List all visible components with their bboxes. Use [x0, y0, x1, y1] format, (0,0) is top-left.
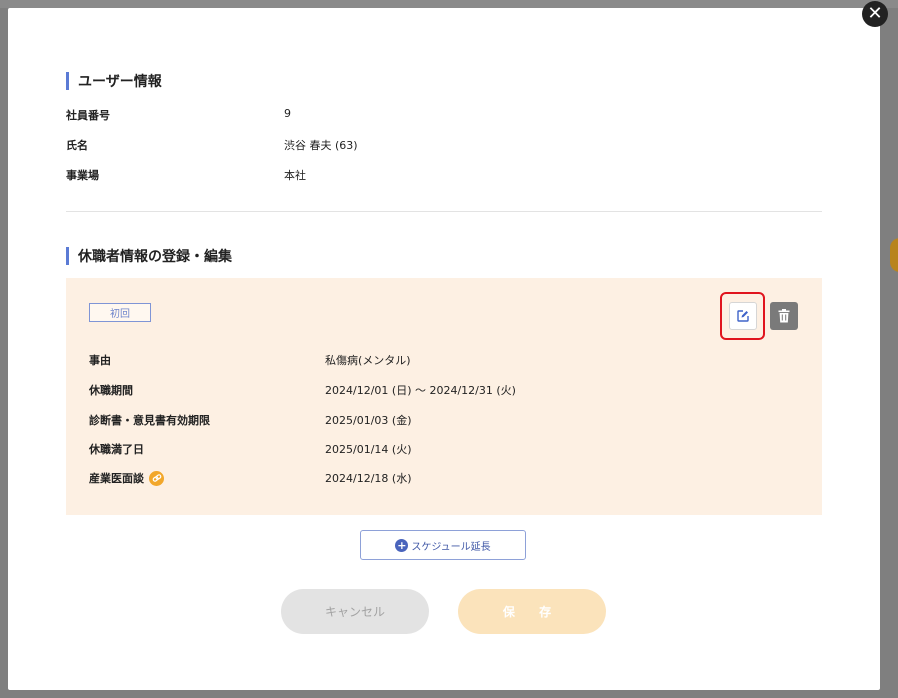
- close-icon: ✕: [867, 3, 883, 24]
- link-icon[interactable]: [149, 470, 164, 486]
- section-accent-bar: [66, 72, 69, 90]
- certificate-expiry-label: 診断書・意見書有効期限: [89, 414, 210, 427]
- leave-type-badge: 初回: [89, 303, 151, 322]
- save-button[interactable]: 保 存: [458, 589, 606, 634]
- workplace-label: 事業場: [66, 169, 99, 182]
- reason-row: 事由 私傷病(メンタル): [89, 352, 411, 368]
- leave-period-row: 休職期間 2024/12/01 (日) ～ 2024/12/31 (火): [89, 382, 516, 398]
- employee-number-label: 社員番号: [66, 109, 110, 122]
- leave-period-value: 2024/12/01 (日) ～ 2024/12/31 (火): [325, 384, 516, 397]
- leave-record-card: 初回 事由 私傷病(メンタル) 休職期間 2024/12/01 (日) ～ 20…: [66, 278, 822, 515]
- cancel-button[interactable]: キャンセル: [281, 589, 429, 634]
- leave-end-value: 2025/01/14 (火): [325, 443, 412, 456]
- delete-button[interactable]: [770, 302, 798, 330]
- background-page: [0, 0, 898, 8]
- name-row: 氏名 渋谷 春夫 (63): [66, 137, 358, 153]
- section-accent-bar: [66, 247, 69, 265]
- reason-value: 私傷病(メンタル): [325, 354, 411, 367]
- extend-schedule-label: スケジュール延長: [411, 541, 491, 553]
- chain-link-icon: [152, 474, 161, 482]
- edit-icon: [737, 310, 749, 322]
- occupational-physician-row: 産業医面談 2024/12/18 (水): [89, 470, 411, 486]
- background-badge: [890, 238, 898, 272]
- certificate-expiry-value: 2025/01/03 (金): [325, 414, 412, 427]
- section-divider: [66, 211, 822, 212]
- certificate-expiry-row: 診断書・意見書有効期限 2025/01/03 (金): [89, 412, 411, 428]
- leave-period-label: 休職期間: [89, 384, 133, 397]
- employee-number-row: 社員番号 9: [66, 107, 291, 123]
- occupational-physician-value: 2024/12/18 (水): [325, 472, 412, 485]
- leave-edit-modal: ユーザー情報 社員番号 9 氏名 渋谷 春夫 (63) 事業場 本社 休職者情報…: [8, 8, 880, 690]
- leave-section-title: 休職者情報の登録・編集: [66, 246, 232, 266]
- user-info-title: ユーザー情報: [66, 71, 162, 91]
- name-label: 氏名: [66, 139, 88, 152]
- name-value: 渋谷 春夫 (63): [284, 139, 358, 152]
- occupational-physician-label: 産業医面談: [89, 472, 144, 485]
- trash-icon: [778, 309, 790, 323]
- workplace-value: 本社: [284, 169, 306, 182]
- close-modal-button[interactable]: ✕: [862, 1, 888, 27]
- occupational-physician-label-cell: 産業医面談: [89, 470, 325, 486]
- plus-circle-icon: +: [395, 538, 409, 552]
- leave-end-label: 休職満了日: [89, 443, 144, 456]
- leave-end-row: 休職満了日 2025/01/14 (火): [89, 441, 411, 457]
- reason-label: 事由: [89, 354, 111, 367]
- extend-schedule-button[interactable]: + スケジュール延長: [360, 530, 526, 560]
- employee-number-value: 9: [284, 107, 291, 120]
- edit-button[interactable]: [729, 302, 757, 330]
- workplace-row: 事業場 本社: [66, 167, 306, 183]
